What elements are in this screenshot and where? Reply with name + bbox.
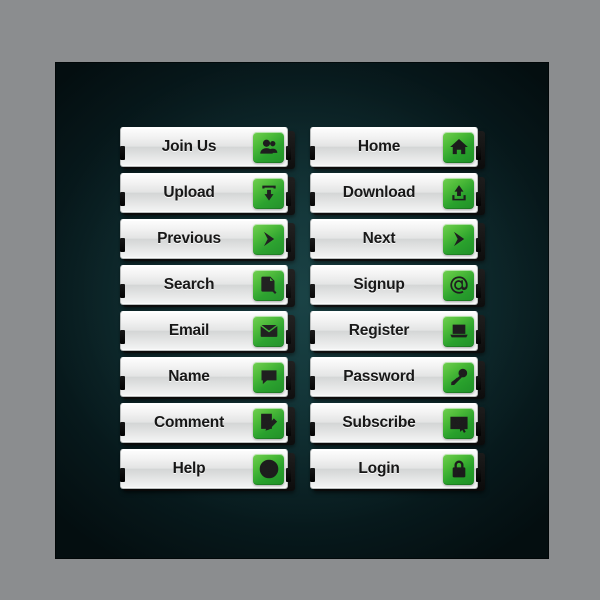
button-notch-left [310,422,315,436]
button-signup[interactable]: Signup [310,265,485,307]
button-label: Signup [353,276,405,293]
button-body[interactable]: Search [120,265,288,305]
key-icon [443,361,474,393]
button-notch-right [286,192,291,206]
button-register[interactable]: Register [310,311,485,353]
button-label: Previous [157,230,221,247]
button-notch-left [310,146,315,160]
button-body[interactable]: Upload [120,173,288,213]
button-label: Name [168,368,210,385]
button-notch-left [120,376,125,390]
button-download[interactable]: Download [310,173,485,215]
button-label: Email [168,322,210,339]
button-body[interactable]: Login [310,449,478,489]
button-notch-right [286,238,291,252]
button-label: Next [362,230,396,247]
button-set-panel: Join Us Upload Previous Search Email Name Comm… [55,62,549,559]
envelope-icon [253,315,284,347]
button-notch-right [286,284,291,298]
button-notch-right [286,422,291,436]
button-join-us[interactable]: Join Us [120,127,295,169]
button-help[interactable]: Help [120,449,295,491]
at-sign-icon [443,269,474,301]
button-notch-right [476,146,481,160]
button-notch-left [120,330,125,344]
button-body[interactable]: Signup [310,265,478,305]
button-subscribe[interactable]: Subscribe [310,403,485,445]
button-label: Home [357,138,401,155]
padlock-icon [443,453,474,485]
button-notch-right [476,468,481,482]
button-notch-left [310,284,315,298]
button-notch-left [120,284,125,298]
button-body[interactable]: Email [120,311,288,351]
button-home[interactable]: Home [310,127,485,169]
button-notch-right [476,284,481,298]
chevron-right-icon [253,223,284,255]
button-label: Register [348,322,410,339]
button-notch-right [286,468,291,482]
button-comment[interactable]: Comment [120,403,295,445]
question-mark-icon [253,453,284,485]
button-label: Subscribe [342,414,416,431]
button-email[interactable]: Email [120,311,295,353]
house-icon [443,131,474,163]
button-notch-left [310,468,315,482]
button-notch-right [286,376,291,390]
button-notch-right [476,422,481,436]
button-previous[interactable]: Previous [120,219,295,261]
envelope-cursor-icon [443,407,474,439]
button-body[interactable]: Join Us [120,127,288,167]
button-body[interactable]: Next [310,219,478,259]
button-notch-left [310,330,315,344]
button-notch-right [286,330,291,344]
button-next[interactable]: Next [310,219,485,261]
button-notch-left [310,376,315,390]
button-body[interactable]: Subscribe [310,403,478,443]
button-notch-left [120,468,125,482]
button-body[interactable]: Help [120,449,288,489]
button-name[interactable]: Name [120,357,295,399]
button-notch-left [120,238,125,252]
button-notch-right [476,192,481,206]
button-body[interactable]: Home [310,127,478,167]
button-label: Login [358,460,400,477]
button-body[interactable]: Name [120,357,288,397]
button-notch-left [120,192,125,206]
button-notch-left [120,422,125,436]
button-notch-right [476,330,481,344]
button-label: Download [342,184,416,201]
button-label: Password [343,368,415,385]
button-label: Join Us [161,138,217,155]
users-icon [253,131,284,163]
upload-arrow-icon [253,177,284,209]
button-notch-left [310,238,315,252]
button-search[interactable]: Search [120,265,295,307]
button-label: Comment [153,414,225,431]
button-column-right: Home Download Next Signup Register Password Su… [310,127,485,495]
document-magnifier-icon [253,269,284,301]
button-label: Search [163,276,215,293]
download-arrow-icon [443,177,474,209]
button-upload[interactable]: Upload [120,173,295,215]
button-body[interactable]: Password [310,357,478,397]
button-notch-right [476,238,481,252]
speech-bubble-icon [253,361,284,393]
button-label: Upload [163,184,215,201]
button-body[interactable]: Comment [120,403,288,443]
button-column-left: Join Us Upload Previous Search Email Name Comm… [120,127,295,495]
button-label: Help [172,460,206,477]
button-body[interactable]: Previous [120,219,288,259]
note-pencil-icon [253,407,284,439]
laptop-icon [443,315,474,347]
button-body[interactable]: Download [310,173,478,213]
button-body[interactable]: Register [310,311,478,351]
chevron-right-icon [443,223,474,255]
button-notch-left [310,192,315,206]
button-notch-right [286,146,291,160]
button-login[interactable]: Login [310,449,485,491]
button-password[interactable]: Password [310,357,485,399]
button-notch-left [120,146,125,160]
button-notch-right [476,376,481,390]
